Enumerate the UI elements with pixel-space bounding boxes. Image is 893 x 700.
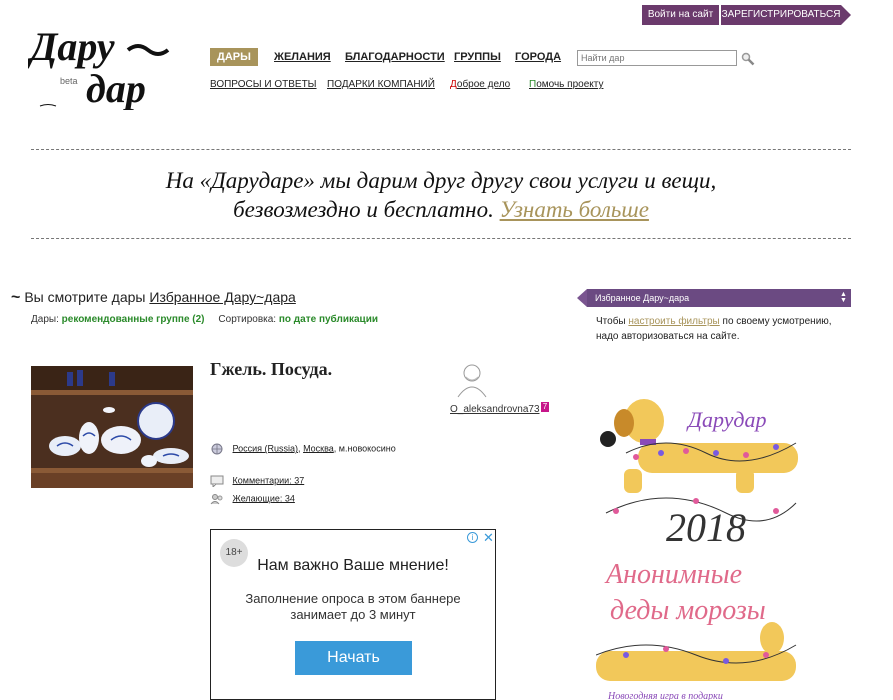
globe-icon: [211, 443, 223, 455]
group-select[interactable]: Избранное Дару~дара: [587, 289, 851, 307]
location-row: Россия (Russia), Москва, м.новокосино: [210, 443, 396, 455]
wishers-link[interactable]: Желающие: 34: [233, 493, 295, 503]
tagline: На «Дарударе» мы дарим друг другу свои у…: [31, 166, 851, 224]
promo-year: 2018: [666, 505, 746, 550]
note-pre: Чтобы: [596, 316, 629, 327]
sort-value[interactable]: по дате публикации: [279, 314, 378, 325]
nav-wishes[interactable]: ЖЕЛАНИЯ: [274, 51, 331, 63]
sort-label: Сортировка:: [218, 314, 277, 325]
viewing-prefix: Вы смотрите дары: [24, 289, 146, 305]
nav-cities[interactable]: ГОРОДА: [515, 51, 561, 63]
gifts-filter-label: Дары:: [31, 314, 59, 325]
good-deed-initial: Д: [450, 79, 457, 90]
tagline-line1: На «Дарударе» мы дарим друг другу свои у…: [165, 168, 717, 193]
tilde-icon: ~: [11, 289, 21, 306]
user-badge: 7: [541, 402, 549, 412]
tagline-line2: безвозмездно и бесплатно. Узнать больше: [31, 195, 851, 224]
viewing-group-link[interactable]: Избранное Дару~дара: [149, 289, 295, 305]
tagline-line2-text: безвозмездно и бесплатно.: [233, 197, 494, 222]
good-deed-rest: оброе дело: [456, 79, 511, 90]
logo-line2: дар: [86, 66, 146, 110]
user-avatar[interactable]: [452, 359, 492, 399]
configure-filters-link[interactable]: настроить фильтры: [628, 316, 719, 327]
gifts-filter-value[interactable]: рекомендованные группе (2): [62, 314, 205, 325]
nav-company-gifts[interactable]: ПОДАРКИ КОМПАНИЙ: [327, 79, 435, 90]
promo-title2: деды морозы: [610, 595, 766, 626]
location-city[interactable]: Москва: [303, 443, 334, 453]
viewing-header: ~ Вы смотрите дары Избранное Дару~дара: [11, 289, 296, 307]
ad-text-line1: Заполнение опроса в этом баннере: [245, 591, 461, 606]
wishers-row: Желающие: 34: [210, 493, 295, 505]
register-arrow: [841, 5, 851, 25]
logo-line1: Дару: [28, 26, 115, 69]
comments-link[interactable]: Комментарии: 37: [233, 475, 305, 485]
login-button[interactable]: Войти на сайт: [642, 5, 719, 25]
filter-note: Чтобы настроить фильтры по своему усмотр…: [596, 314, 851, 344]
comments-row: Комментарии: 37: [210, 475, 304, 487]
gift-photo[interactable]: [31, 366, 193, 488]
nav-help-project[interactable]: Помочь проекту: [529, 79, 603, 90]
nav-groups[interactable]: ГРУППЫ: [454, 51, 501, 63]
help-rest: омочь проекту: [536, 79, 604, 90]
info-icon[interactable]: i: [467, 532, 478, 543]
search-icon[interactable]: [741, 52, 755, 66]
site-logo[interactable]: Дару дар: [28, 26, 178, 110]
beta-label: beta: [60, 76, 78, 86]
nav-gifts[interactable]: ДАРЫ: [210, 48, 258, 66]
select-caret-icon: ▲ ▼: [840, 291, 847, 304]
promo-banner[interactable]: Дарудар 2018 Анонимные деды морозы Новог…: [596, 393, 808, 700]
username-link[interactable]: O_aleksandrovna73: [450, 404, 540, 415]
learn-more-link[interactable]: Узнать больше: [500, 197, 649, 222]
promo-brand: Дарудар: [686, 407, 767, 432]
location-country[interactable]: Россия (Russia): [233, 443, 299, 453]
comment-icon: [210, 475, 224, 487]
filters-row: Дары: рекомендованные группе (2) Сортиро…: [31, 314, 378, 325]
nav-thanks[interactable]: БЛАГОДАРНОСТИ: [345, 51, 445, 63]
register-button[interactable]: ЗАРЕГИСТРИРОВАТЬСЯ: [721, 5, 841, 25]
close-icon[interactable]: ✕: [483, 530, 494, 546]
ad-text: Заполнение опроса в этом баннере занимае…: [211, 591, 495, 623]
divider-top: [31, 149, 851, 150]
gift-title[interactable]: Гжель. Посуда.: [210, 359, 332, 380]
select-arrow: [577, 289, 587, 307]
nav-faq[interactable]: ВОПРОСЫ И ОТВЕТЫ: [210, 79, 317, 90]
search-input[interactable]: [577, 50, 737, 66]
nav-good-deed[interactable]: Доброе дело: [450, 79, 510, 90]
promo-title1: Анонимные: [604, 559, 742, 590]
ad-text-line2: занимает до 3 минут: [290, 607, 416, 622]
ad-heading: Нам важно Ваше мнение!: [257, 557, 449, 574]
survey-ad: 18+ i ✕ Нам важно Ваше мнение! Заполнени…: [210, 529, 496, 700]
users-icon: [210, 494, 223, 505]
start-button[interactable]: Начать: [295, 641, 412, 675]
promo-footer: Новогодняя игра в подарки: [607, 691, 723, 700]
location-district: , м.новокосино: [333, 443, 396, 454]
divider-bottom: [31, 238, 851, 239]
